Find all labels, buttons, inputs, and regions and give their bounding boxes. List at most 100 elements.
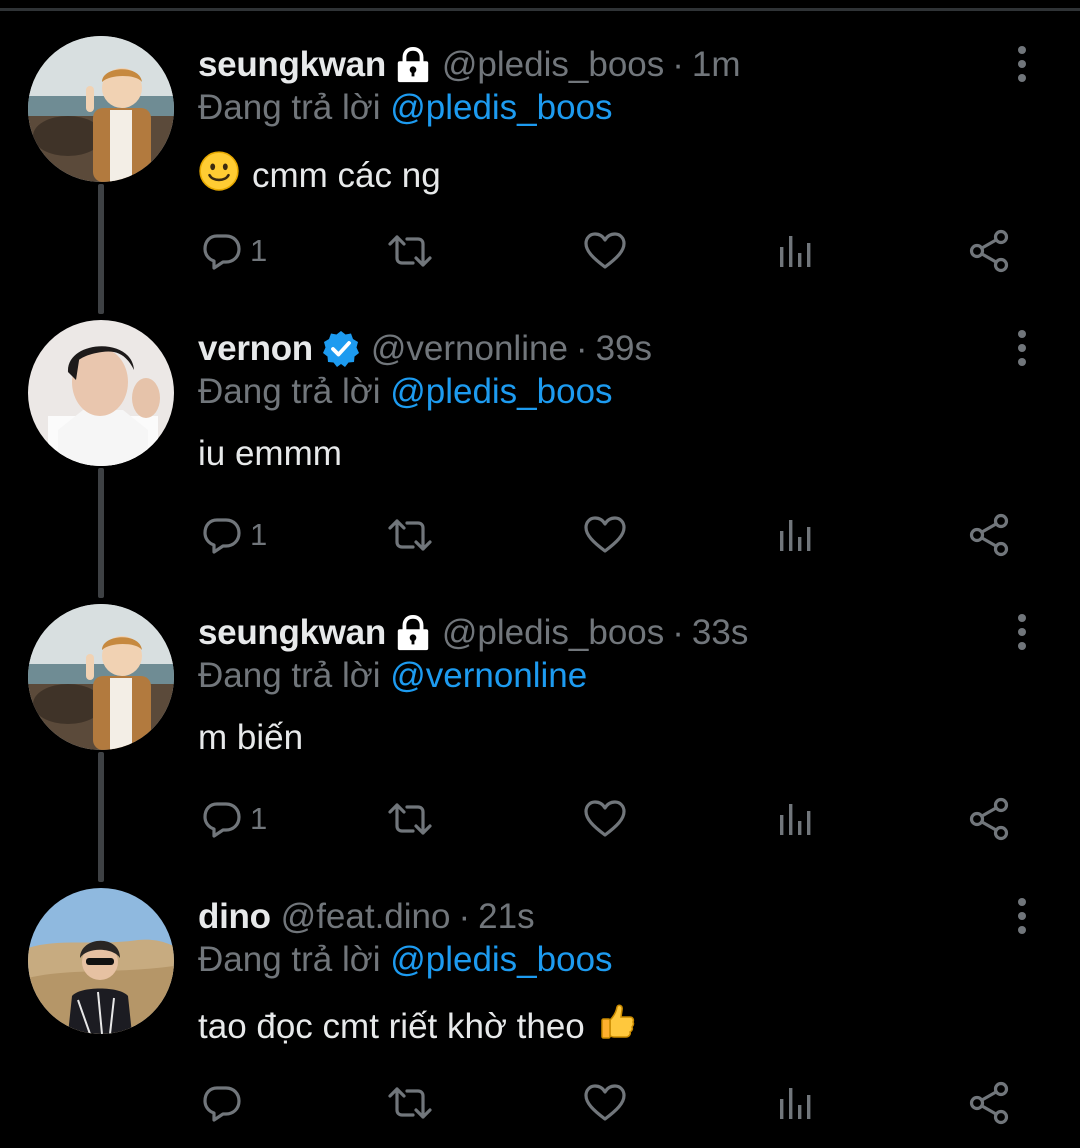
mention-link[interactable]: @pledis_boos xyxy=(390,372,612,411)
slightly-smiling-face-emoji xyxy=(198,150,240,201)
share-icon xyxy=(968,513,1012,557)
share-button[interactable] xyxy=(968,1078,1012,1128)
avatar[interactable] xyxy=(28,888,174,1034)
tweet-header: dino @feat.dino · 21s xyxy=(198,892,535,942)
action-bar: 1 xyxy=(198,794,1028,844)
timestamp[interactable]: 21s xyxy=(478,897,534,937)
like-icon xyxy=(583,799,627,839)
views-button[interactable] xyxy=(776,510,816,560)
retweet-icon xyxy=(388,515,432,555)
reply-button[interactable]: 1 xyxy=(202,510,267,560)
replying-to-label: Đang trả lời xyxy=(198,940,381,979)
retweet-button[interactable] xyxy=(388,1078,432,1128)
action-bar: 1 xyxy=(198,510,1028,560)
retweet-button[interactable] xyxy=(388,226,432,276)
display-name[interactable]: dino xyxy=(198,897,271,937)
tweet-text: iu emmm xyxy=(198,434,342,474)
separator: · xyxy=(575,329,588,368)
avatar[interactable] xyxy=(28,604,174,750)
tweet[interactable]: seungkwan @pledis_boos · 1m Đang trả lời… xyxy=(0,0,1080,284)
tweet-header: seungkwan @pledis_boos · 33s xyxy=(198,608,748,658)
mention-link[interactable]: @pledis_boos xyxy=(390,88,612,127)
more-options-icon[interactable] xyxy=(1010,896,1034,936)
tweet-text-content: iu emmm xyxy=(198,434,342,473)
like-icon xyxy=(583,1083,627,1123)
views-button[interactable] xyxy=(776,226,816,276)
reply-icon xyxy=(202,1083,242,1123)
share-icon xyxy=(968,229,1012,273)
tweet-text-content: m biến xyxy=(198,718,304,757)
reply-count: 1 xyxy=(250,517,268,552)
display-name[interactable]: seungkwan xyxy=(198,45,386,85)
reply-icon xyxy=(202,799,242,839)
display-name[interactable]: vernon xyxy=(198,329,313,369)
timestamp[interactable]: 1m xyxy=(692,45,741,85)
username[interactable]: @pledis_boos xyxy=(442,45,664,85)
tweet[interactable]: dino @feat.dino · 21s Đang trả lời @pled… xyxy=(0,852,1080,1136)
verified-badge-icon xyxy=(321,329,361,369)
reply-button[interactable]: 1 xyxy=(202,794,267,844)
share-button[interactable] xyxy=(968,510,1012,560)
reply-count: 1 xyxy=(250,801,268,836)
tweet-text: cmm các ng xyxy=(198,150,441,201)
more-options-icon[interactable] xyxy=(1010,612,1034,652)
replying-to-label: Đang trả lời xyxy=(198,372,381,411)
more-options-icon[interactable] xyxy=(1010,328,1034,368)
action-bar xyxy=(198,1078,1028,1128)
mention-link[interactable]: @vernonline xyxy=(390,656,587,695)
tweet-header: vernon @vernonline · 39s xyxy=(198,324,652,374)
share-icon xyxy=(968,1081,1012,1125)
timestamp[interactable]: 39s xyxy=(596,329,652,369)
retweet-icon xyxy=(388,231,432,271)
reply-button[interactable] xyxy=(202,1078,250,1128)
avatar[interactable] xyxy=(28,36,174,182)
separator: · xyxy=(672,45,684,84)
avatar[interactable] xyxy=(28,320,174,466)
share-button[interactable] xyxy=(968,226,1012,276)
retweet-icon xyxy=(388,1083,432,1123)
thread: seungkwan @pledis_boos · 1m Đang trả lời… xyxy=(0,0,1080,1148)
separator: · xyxy=(672,613,684,652)
retweet-icon xyxy=(388,799,432,839)
share-icon xyxy=(968,797,1012,841)
mention-link[interactable]: @pledis_boos xyxy=(390,940,612,979)
more-options-icon[interactable] xyxy=(1010,44,1034,84)
replying-to: Đang trả lời @pledis_boos xyxy=(198,88,613,128)
timestamp[interactable]: 33s xyxy=(692,613,748,653)
views-button[interactable] xyxy=(776,1078,816,1128)
tweet-text-content: cmm các ng xyxy=(252,155,441,195)
reply-icon xyxy=(202,231,242,271)
username[interactable]: @vernonline xyxy=(371,329,568,369)
like-button[interactable] xyxy=(583,1078,627,1128)
tweet[interactable]: seungkwan @pledis_boos · 33s Đang trả lờ… xyxy=(0,568,1080,852)
retweet-button[interactable] xyxy=(388,794,432,844)
views-icon xyxy=(776,231,816,271)
username[interactable]: @feat.dino xyxy=(281,897,451,937)
tweet-text: m biến xyxy=(198,718,303,758)
thumbs-up-emoji xyxy=(597,1002,637,1051)
like-button[interactable] xyxy=(583,510,627,560)
share-button[interactable] xyxy=(968,794,1012,844)
reply-count: 1 xyxy=(250,233,268,268)
views-icon xyxy=(776,799,816,839)
tweet-text-content: tao đọc cmt riết khờ theo xyxy=(198,1006,585,1046)
tweet[interactable]: vernon @vernonline · 39s Đang trả lời @p… xyxy=(0,284,1080,568)
like-button[interactable] xyxy=(583,794,627,844)
like-button[interactable] xyxy=(583,226,627,276)
views-icon xyxy=(776,515,816,555)
like-icon xyxy=(583,231,627,271)
lock-icon xyxy=(394,46,432,84)
retweet-button[interactable] xyxy=(388,510,432,560)
replying-to-label: Đang trả lời xyxy=(198,656,381,695)
separator: · xyxy=(458,897,471,936)
username[interactable]: @pledis_boos xyxy=(442,613,664,653)
tweet-header: seungkwan @pledis_boos · 1m xyxy=(198,40,741,90)
replying-to: Đang trả lời @pledis_boos xyxy=(198,940,613,980)
display-name[interactable]: seungkwan xyxy=(198,613,386,653)
replying-to: Đang trả lời @pledis_boos xyxy=(198,372,613,412)
views-icon xyxy=(776,1083,816,1123)
views-button[interactable] xyxy=(776,794,816,844)
replying-to: Đang trả lời @vernonline xyxy=(198,656,587,696)
reply-button[interactable]: 1 xyxy=(202,226,267,276)
reply-icon xyxy=(202,515,242,555)
